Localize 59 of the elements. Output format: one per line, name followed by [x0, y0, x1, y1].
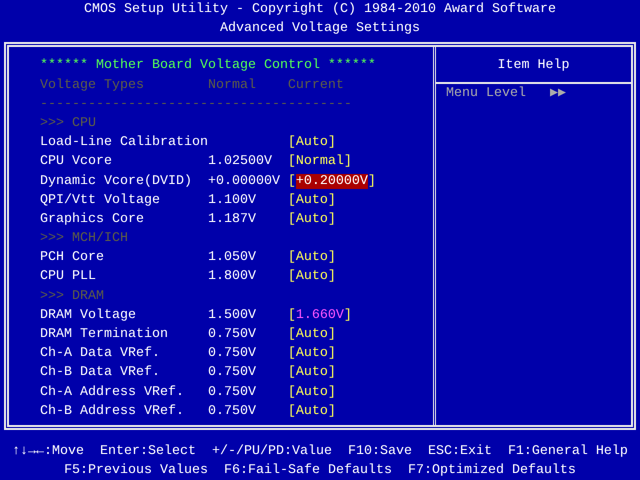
- setting-value[interactable]: [Auto]: [288, 384, 336, 400]
- key-hint: F5:Previous Values: [64, 462, 208, 478]
- default-value: 0.750V: [208, 345, 257, 364]
- column-header: Current: [288, 78, 344, 93]
- setting-value[interactable]: [Auto]: [288, 192, 336, 208]
- key-hint: F1:General Help: [508, 444, 628, 459]
- setting-label: Ch-B Address VRef.: [40, 402, 185, 421]
- page-title: Advanced Voltage Settings: [220, 21, 420, 36]
- column-header: Normal: [208, 76, 257, 95]
- setting-label: Dynamic Vcore(DVID): [40, 172, 193, 191]
- setting-value[interactable]: [Auto]: [288, 404, 336, 419]
- divider-text: ---------------------------------------: [40, 96, 352, 112]
- group-label: >>> MCH/ICH: [40, 231, 128, 246]
- help-text: Menu Level: [446, 86, 526, 102]
- setting-value[interactable]: [Normal]: [288, 154, 352, 170]
- setting-value[interactable]: [Auto]: [288, 212, 336, 227]
- key-hint: F10:Save: [348, 444, 412, 459]
- default-value: 0.750V: [208, 384, 257, 402]
- key-hint: F6:Fail-Safe Defaults: [224, 462, 392, 478]
- default-value: 1.187V: [208, 210, 257, 229]
- key-hint: Enter:Select: [100, 444, 196, 459]
- setting-label: QPI/Vtt Voltage: [40, 192, 161, 210]
- default-value: +0.00000V: [208, 172, 281, 191]
- setting-label: DRAM Voltage: [40, 306, 137, 325]
- setting-value[interactable]: [Auto]: [288, 135, 336, 150]
- setting-label: CPU PLL: [40, 268, 97, 286]
- default-value: 1.050V: [208, 249, 257, 268]
- column-header: Voltage Types: [40, 76, 145, 95]
- default-value: 1.02500V: [208, 153, 273, 172]
- setting-value[interactable]: [1.660V]: [288, 308, 352, 323]
- panel-title: Item Help: [498, 58, 570, 74]
- key-hint: F7:Optimized Defaults: [408, 462, 576, 478]
- window-title: CMOS Setup Utility - Copyright (C) 1984-2010 Award Software: [84, 2, 556, 17]
- key-hint: ↑↓→←:Move: [12, 444, 84, 459]
- setting-label: Ch-A Data VRef.: [40, 345, 161, 364]
- group-label: >>> DRAM: [40, 288, 104, 304]
- setting-value[interactable]: [Auto]: [288, 346, 336, 362]
- default-value: 1.100V: [208, 192, 257, 210]
- default-value: 0.750V: [208, 402, 257, 421]
- key-hint: ESC:Exit: [428, 444, 492, 459]
- menu-level-icon: ▶▶: [550, 86, 566, 102]
- setting-label: Ch-A Address VRef.: [40, 384, 185, 402]
- setting-label: Graphics Core: [40, 210, 145, 229]
- setting-value[interactable]: [Auto]: [288, 327, 336, 342]
- setting-label: Load-Line Calibration: [40, 134, 208, 152]
- default-value: 1.800V: [208, 268, 257, 286]
- key-hint: +/-/PU/PD:Value: [212, 444, 332, 459]
- setting-label: PCH Core: [40, 249, 105, 268]
- setting-label: CPU Vcore: [40, 153, 113, 172]
- group-label: >>> CPU: [40, 116, 96, 131]
- setting-label: Ch-B Data VRef.: [40, 364, 161, 382]
- default-value: 0.750V: [208, 364, 257, 382]
- setting-label: DRAM Termination: [40, 326, 169, 344]
- default-value: 0.750V: [208, 326, 257, 344]
- default-value: 1.500V: [208, 306, 257, 325]
- setting-value[interactable]: [Auto]: [288, 250, 336, 266]
- setting-value[interactable]: [Auto]: [288, 365, 336, 380]
- setting-value[interactable]: [Auto]: [288, 269, 336, 284]
- section-title: ****** Mother Board Voltage Control ******: [40, 58, 376, 74]
